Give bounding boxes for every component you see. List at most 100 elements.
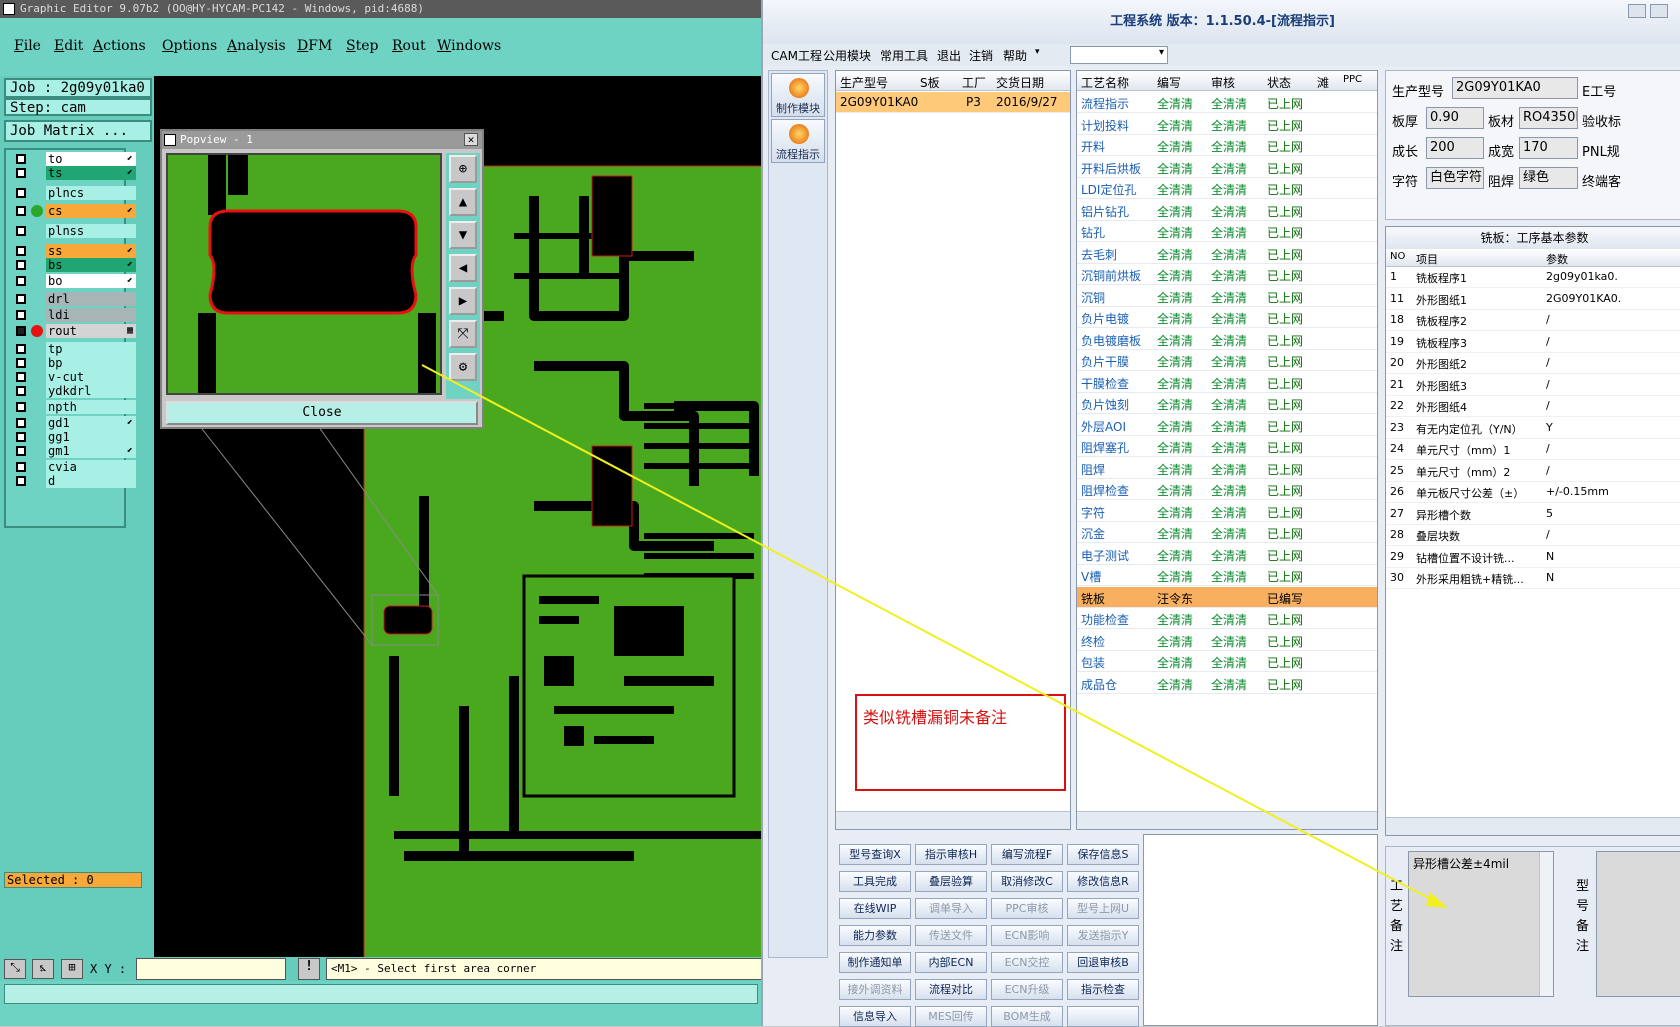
layer-name[interactable]: cs ⬋ <box>46 204 136 218</box>
col-model[interactable]: 生产型号 <box>840 74 888 91</box>
param-row[interactable]: 27 异形槽个数 5 <box>1386 504 1680 525</box>
layer-name[interactable]: drl <box>46 292 136 306</box>
layer-checkbox[interactable] <box>16 344 26 354</box>
length-field[interactable]: 200 <box>1426 137 1484 159</box>
action-button[interactable]: 信息导入 <box>839 1006 911 1027</box>
layer-name[interactable]: ts ⬋ <box>46 166 136 180</box>
remark-scrollbar[interactable] <box>1539 852 1553 996</box>
soldermask-field[interactable]: 绿色 <box>1519 167 1578 189</box>
menu-exit[interactable]: 退出 <box>937 47 961 64</box>
action-button[interactable]: BOM生成 <box>991 1006 1063 1027</box>
layer-row-plnss[interactable]: plnss <box>14 224 136 238</box>
layer-checkbox[interactable] <box>16 206 26 216</box>
action-button[interactable]: 回退审核B <box>1067 952 1139 973</box>
action-button[interactable]: 工具完成 <box>839 871 911 892</box>
param-row[interactable]: 26 单元板尺寸公差（±） +/-0.15mm <box>1386 482 1680 503</box>
process-row[interactable]: 包装 全清清 全清清 已上网 <box>1077 651 1377 672</box>
layer-name[interactable]: to ⬋ <box>46 152 136 166</box>
layer-row-ss[interactable]: ss ⬋ <box>14 244 136 258</box>
param-row[interactable]: 1 铣板程序1 2g09y01ka0. <box>1386 267 1680 288</box>
process-row[interactable]: 去毛刺 全清清 全清清 已上网 <box>1077 243 1377 264</box>
process-row[interactable]: 负片电镀 全清清 全清清 已上网 <box>1077 307 1377 328</box>
grid-icon[interactable]: ⊞ <box>61 959 83 979</box>
col-no[interactable]: NO <box>1390 251 1405 262</box>
settings-icon[interactable]: ⚙ <box>449 353 477 381</box>
col-status[interactable]: 状态 <box>1267 74 1291 91</box>
layer-name[interactable]: v-cut <box>46 370 136 384</box>
process-row[interactable]: 沉金 全清清 全清清 已上网 <box>1077 522 1377 543</box>
action-button[interactable]: MES回传 <box>915 1006 987 1027</box>
silkscreen-field[interactable]: 白色字符 <box>1426 167 1484 189</box>
param-row[interactable]: 23 有无内定位孔（Y/N） Y <box>1386 418 1680 439</box>
param-row[interactable]: 18 铣板程序2 / <box>1386 310 1680 331</box>
layer-checkbox[interactable] <box>16 188 26 198</box>
process-row[interactable]: 沉铜前烘板 全清清 全清清 已上网 <box>1077 264 1377 285</box>
action-button[interactable]: 型号查询X <box>839 844 911 865</box>
popview-zoom-view[interactable] <box>166 153 442 395</box>
action-button[interactable]: 型号上网U <box>1067 898 1139 919</box>
menu-file[interactable]: File <box>14 38 41 54</box>
process-row[interactable]: 干膜检查 全清清 全清清 已上网 <box>1077 372 1377 393</box>
layer-row-v-cut[interactable]: v-cut <box>14 370 136 384</box>
menu-common-tools[interactable]: 常用工具 <box>880 47 928 64</box>
layer-name[interactable]: plnss <box>46 224 136 238</box>
process-row[interactable]: 字符 全清清 全清清 已上网 <box>1077 501 1377 522</box>
pan-left-icon[interactable]: ◀ <box>449 254 477 282</box>
menu-options[interactable]: Options <box>162 38 217 54</box>
eng-remark-field[interactable]: 异形槽公差±4mil <box>1408 851 1554 997</box>
process-row[interactable]: 铝片钻孔 全清清 全清清 已上网 <box>1077 200 1377 221</box>
layer-row-rout[interactable]: rout ▦ <box>14 324 136 338</box>
process-row[interactable]: 流程指示 全清清 全清清 已上网 <box>1077 92 1377 113</box>
process-row[interactable]: 阻焊塞孔 全清清 全清清 已上网 <box>1077 436 1377 457</box>
action-button[interactable]: 接外调资料 <box>839 979 911 1000</box>
action-button[interactable]: ECN交控 <box>991 952 1063 973</box>
pan-down-icon[interactable]: ▼ <box>449 221 477 249</box>
action-button[interactable]: 发送指示Y <box>1067 925 1139 946</box>
order-hscroll[interactable] <box>836 811 1070 829</box>
action-button[interactable]: ECN影响 <box>991 925 1063 946</box>
pan-right-icon[interactable]: ▶ <box>449 287 477 315</box>
menu-help[interactable]: 帮助 <box>1003 47 1027 64</box>
material-field[interactable]: RO4350B <box>1519 107 1578 129</box>
process-row[interactable]: 终检 全清清 全清清 已上网 <box>1077 630 1377 651</box>
layer-row-to[interactable]: to ⬋ <box>14 152 136 166</box>
param-row[interactable]: 29 钻槽位置不设计铣... N <box>1386 547 1680 568</box>
process-row[interactable]: 成品仓 全清清 全清清 已上网 <box>1077 673 1377 694</box>
param-row[interactable]: 30 外形采用粗铣+精铣... N <box>1386 568 1680 589</box>
process-row[interactable]: 电子测试 全清清 全清清 已上网 <box>1077 544 1377 565</box>
layer-name[interactable]: bo ⬋ <box>46 274 136 288</box>
layer-checkbox[interactable] <box>16 310 26 320</box>
process-row[interactable]: 铣板 汪令东 已编写 <box>1077 586 1377 608</box>
layer-name[interactable]: npth <box>46 400 136 414</box>
popview-system-icon[interactable] <box>164 134 176 146</box>
action-button[interactable]: 在线WIP <box>839 898 911 919</box>
menu-analysis[interactable]: Analysis <box>227 38 286 54</box>
zoom-in-icon[interactable]: ⊕ <box>449 155 477 183</box>
action-button[interactable]: 指示检查 <box>1067 979 1139 1000</box>
layer-name[interactable]: gd1 ⬋ <box>46 416 136 430</box>
action-button[interactable]: 制作通知单 <box>839 952 911 973</box>
param-row[interactable]: 11 外形图纸1 2G09Y01KA0. <box>1386 289 1680 310</box>
action-button[interactable]: 调单导入 <box>915 898 987 919</box>
action-button[interactable]: 指示审核H <box>915 844 987 865</box>
col-s-board[interactable]: S板 <box>920 74 940 91</box>
action-button[interactable]: ECN升级 <box>991 979 1063 1000</box>
layer-name[interactable]: bp <box>46 356 136 370</box>
menu-actions[interactable]: Actions <box>93 38 146 54</box>
col-tan[interactable]: 滩 <box>1317 74 1329 91</box>
process-row[interactable]: 开料 全清清 全清清 已上网 <box>1077 135 1377 156</box>
fit-view-icon[interactable]: ⤧ <box>449 320 477 348</box>
action-button[interactable]: 传送文件 <box>915 925 987 946</box>
action-button[interactable]: 内部ECN <box>915 952 987 973</box>
side-make-module[interactable]: 制作模块 <box>771 73 825 117</box>
params-hscroll[interactable] <box>1386 817 1680 835</box>
process-row[interactable]: V槽 全清清 全清清 已上网 <box>1077 565 1377 586</box>
process-row[interactable]: 负片蚀刻 全清清 全清清 已上网 <box>1077 393 1377 414</box>
param-row[interactable]: 20 外形图纸2 / <box>1386 353 1680 374</box>
layer-row-gd1[interactable]: gd1 ⬋ <box>14 416 136 430</box>
col-process[interactable]: 工艺名称 <box>1081 74 1129 91</box>
order-row[interactable]: 2G09Y01KA0 P3 2016/9/27 <box>836 92 1070 113</box>
layer-checkbox[interactable] <box>16 476 26 486</box>
minimize-icon[interactable] <box>1628 4 1646 18</box>
layer-row-gm1[interactable]: gm1 ⬋ <box>14 444 136 458</box>
